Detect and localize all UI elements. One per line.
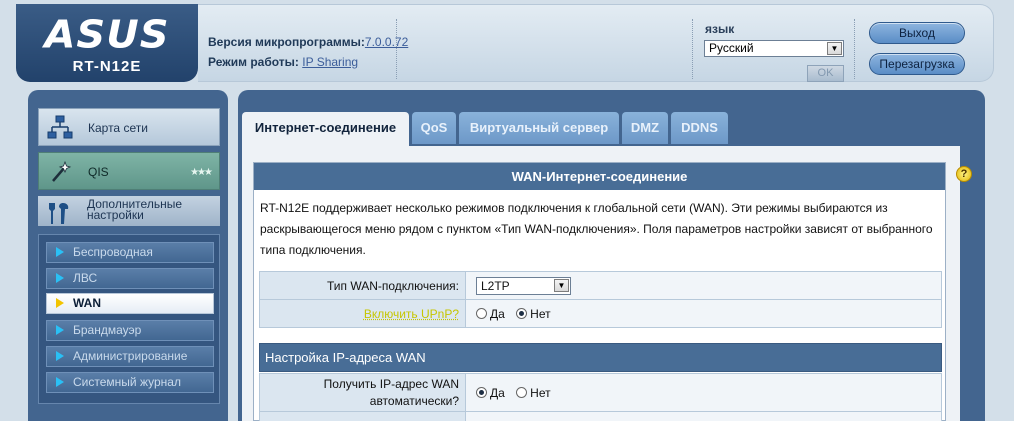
wan-description: RT-N12E поддерживает несколько режимов п…: [254, 190, 945, 271]
sidebar-item-firewall[interactable]: Брандмауэр: [46, 320, 214, 341]
table-row: Тип WAN-подключения: L2TP ▼: [260, 272, 942, 300]
sidebar-item-wireless[interactable]: Беспроводная: [46, 242, 214, 263]
arrow-right-icon: [56, 298, 64, 308]
sidebar-item-label: Брандмауэр: [73, 323, 141, 337]
sidebar-item-label: Администрирование: [73, 349, 187, 363]
sidebar-item-label: Беспроводная: [73, 245, 153, 259]
network-map-icon: [47, 114, 73, 140]
firmware-version-link[interactable]: 7.0.0.72: [365, 35, 408, 49]
arrow-right-icon: [56, 351, 64, 361]
magic-wand-icon: [47, 159, 73, 185]
tab-dmz[interactable]: DMZ: [622, 112, 668, 144]
wan-type-label: Тип WAN-подключения:: [260, 272, 466, 300]
firmware-label: Версия микропрограммы:: [208, 35, 365, 49]
radio-label: Да: [490, 386, 505, 400]
sidebar-item-administration[interactable]: Администрирование: [46, 346, 214, 367]
chevron-down-icon[interactable]: ▼: [827, 42, 842, 55]
table-row: Включить UPnP? Да Нет: [260, 300, 942, 328]
language-label: язык: [705, 22, 734, 36]
sidebar-item-qis[interactable]: QIS ★★★: [38, 152, 220, 190]
wan-type-select[interactable]: L2TP ▼: [476, 277, 571, 295]
tab-ddns[interactable]: DDNS: [671, 112, 728, 144]
radio-label: Нет: [530, 386, 550, 400]
next-row-label: [260, 412, 466, 421]
sidebar-item-label: Системный журнал: [73, 375, 181, 389]
auto-ip-options: Да Нет: [466, 374, 942, 412]
chevron-down-icon[interactable]: ▼: [554, 279, 569, 292]
wan-settings-card: WAN-Интернет-соединение RT-N12E поддержи…: [253, 162, 946, 421]
auto-ip-label: Получить IP-адрес WAN автоматически?: [260, 374, 466, 412]
operation-mode-line: Режим работы: IP Sharing: [208, 52, 408, 72]
wan-type-table: Тип WAN-подключения: L2TP ▼ Включить UPn…: [259, 271, 942, 328]
language-select[interactable]: Русский ▼: [704, 40, 844, 57]
operation-mode-link[interactable]: IP Sharing: [302, 55, 358, 69]
brand-logo-text: ASUS: [16, 13, 198, 57]
arrow-right-icon: [56, 325, 64, 335]
tools-icon: [46, 200, 72, 226]
sidebar-item-label: Карта сети: [88, 123, 148, 134]
reboot-button[interactable]: Перезагрузка: [869, 53, 965, 75]
sidebar-item-lan[interactable]: ЛВС: [46, 268, 214, 289]
card-title: WAN-Интернет-соединение: [254, 163, 945, 190]
help-icon[interactable]: ?: [956, 166, 972, 182]
table-row: [260, 412, 942, 421]
logout-button[interactable]: Выход: [869, 22, 965, 44]
sidebar: Карта сети QIS ★★★ Дополнительные настро…: [28, 90, 228, 421]
tab-qos[interactable]: QoS: [412, 112, 456, 144]
main-panel: Интернет-соединение QoS Виртуальный серв…: [238, 90, 985, 421]
header: ASUS RT-N12E Версия микропрограммы:7.0.0…: [0, 0, 1014, 88]
tab-virtual-server[interactable]: Виртуальный сервер: [459, 112, 619, 144]
auto-ip-yes-radio[interactable]: [476, 387, 487, 398]
wan-type-value: L2TP: [481, 279, 510, 293]
upnp-no-radio[interactable]: [516, 308, 527, 319]
section-title-ip-settings: Настройка IP-адреса WAN: [259, 343, 942, 372]
upnp-yes-radio[interactable]: [476, 308, 487, 319]
wan-type-cell: L2TP ▼: [466, 272, 942, 300]
sidebar-item-label: QIS: [88, 167, 109, 178]
next-row-value: [466, 412, 942, 421]
radio-label: Нет: [530, 307, 550, 321]
language-ok-button[interactable]: OK: [807, 65, 844, 82]
upnp-options: Да Нет: [466, 300, 942, 328]
arrow-right-icon: [56, 377, 64, 387]
header-divider: [854, 19, 855, 79]
sidebar-item-advanced-settings[interactable]: Дополнительные настройки: [38, 196, 220, 226]
header-divider: [692, 19, 693, 79]
model-name: RT-N12E: [16, 58, 198, 75]
arrow-right-icon: [56, 273, 64, 283]
asus-logo[interactable]: ASUS RT-N12E: [16, 4, 198, 82]
sidebar-item-wan[interactable]: WAN: [46, 293, 214, 314]
sidebar-item-network-map[interactable]: Карта сети: [38, 108, 220, 146]
radio-label: Да: [490, 307, 505, 321]
table-row: Получить IP-адрес WAN автоматически? Да …: [260, 374, 942, 412]
operation-mode-label: Режим работы:: [208, 55, 299, 69]
sidebar-item-label: Дополнительные настройки: [87, 199, 207, 221]
star-icon: ★★★: [190, 167, 211, 178]
upnp-label-cell: Включить UPnP?: [260, 300, 466, 328]
sidebar-item-label: ЛВС: [73, 271, 97, 285]
tab-internet-connection[interactable]: Интернет-соединение: [242, 112, 409, 146]
advanced-submenu: Беспроводная ЛВС WAN Брандмауэр Админист…: [38, 234, 220, 404]
arrow-right-icon: [56, 247, 64, 257]
firmware-info: Версия микропрограммы:7.0.0.72 Режим раб…: [208, 32, 408, 72]
sidebar-item-label: WAN: [73, 296, 101, 310]
sidebar-item-system-log[interactable]: Системный журнал: [46, 372, 214, 393]
upnp-help-link[interactable]: Включить UPnP?: [364, 307, 459, 321]
auto-ip-no-radio[interactable]: [516, 387, 527, 398]
language-value: Русский: [709, 41, 754, 55]
wan-ip-table: Получить IP-адрес WAN автоматически? Да …: [259, 373, 942, 421]
firmware-line: Версия микропрограммы:7.0.0.72: [208, 32, 408, 52]
